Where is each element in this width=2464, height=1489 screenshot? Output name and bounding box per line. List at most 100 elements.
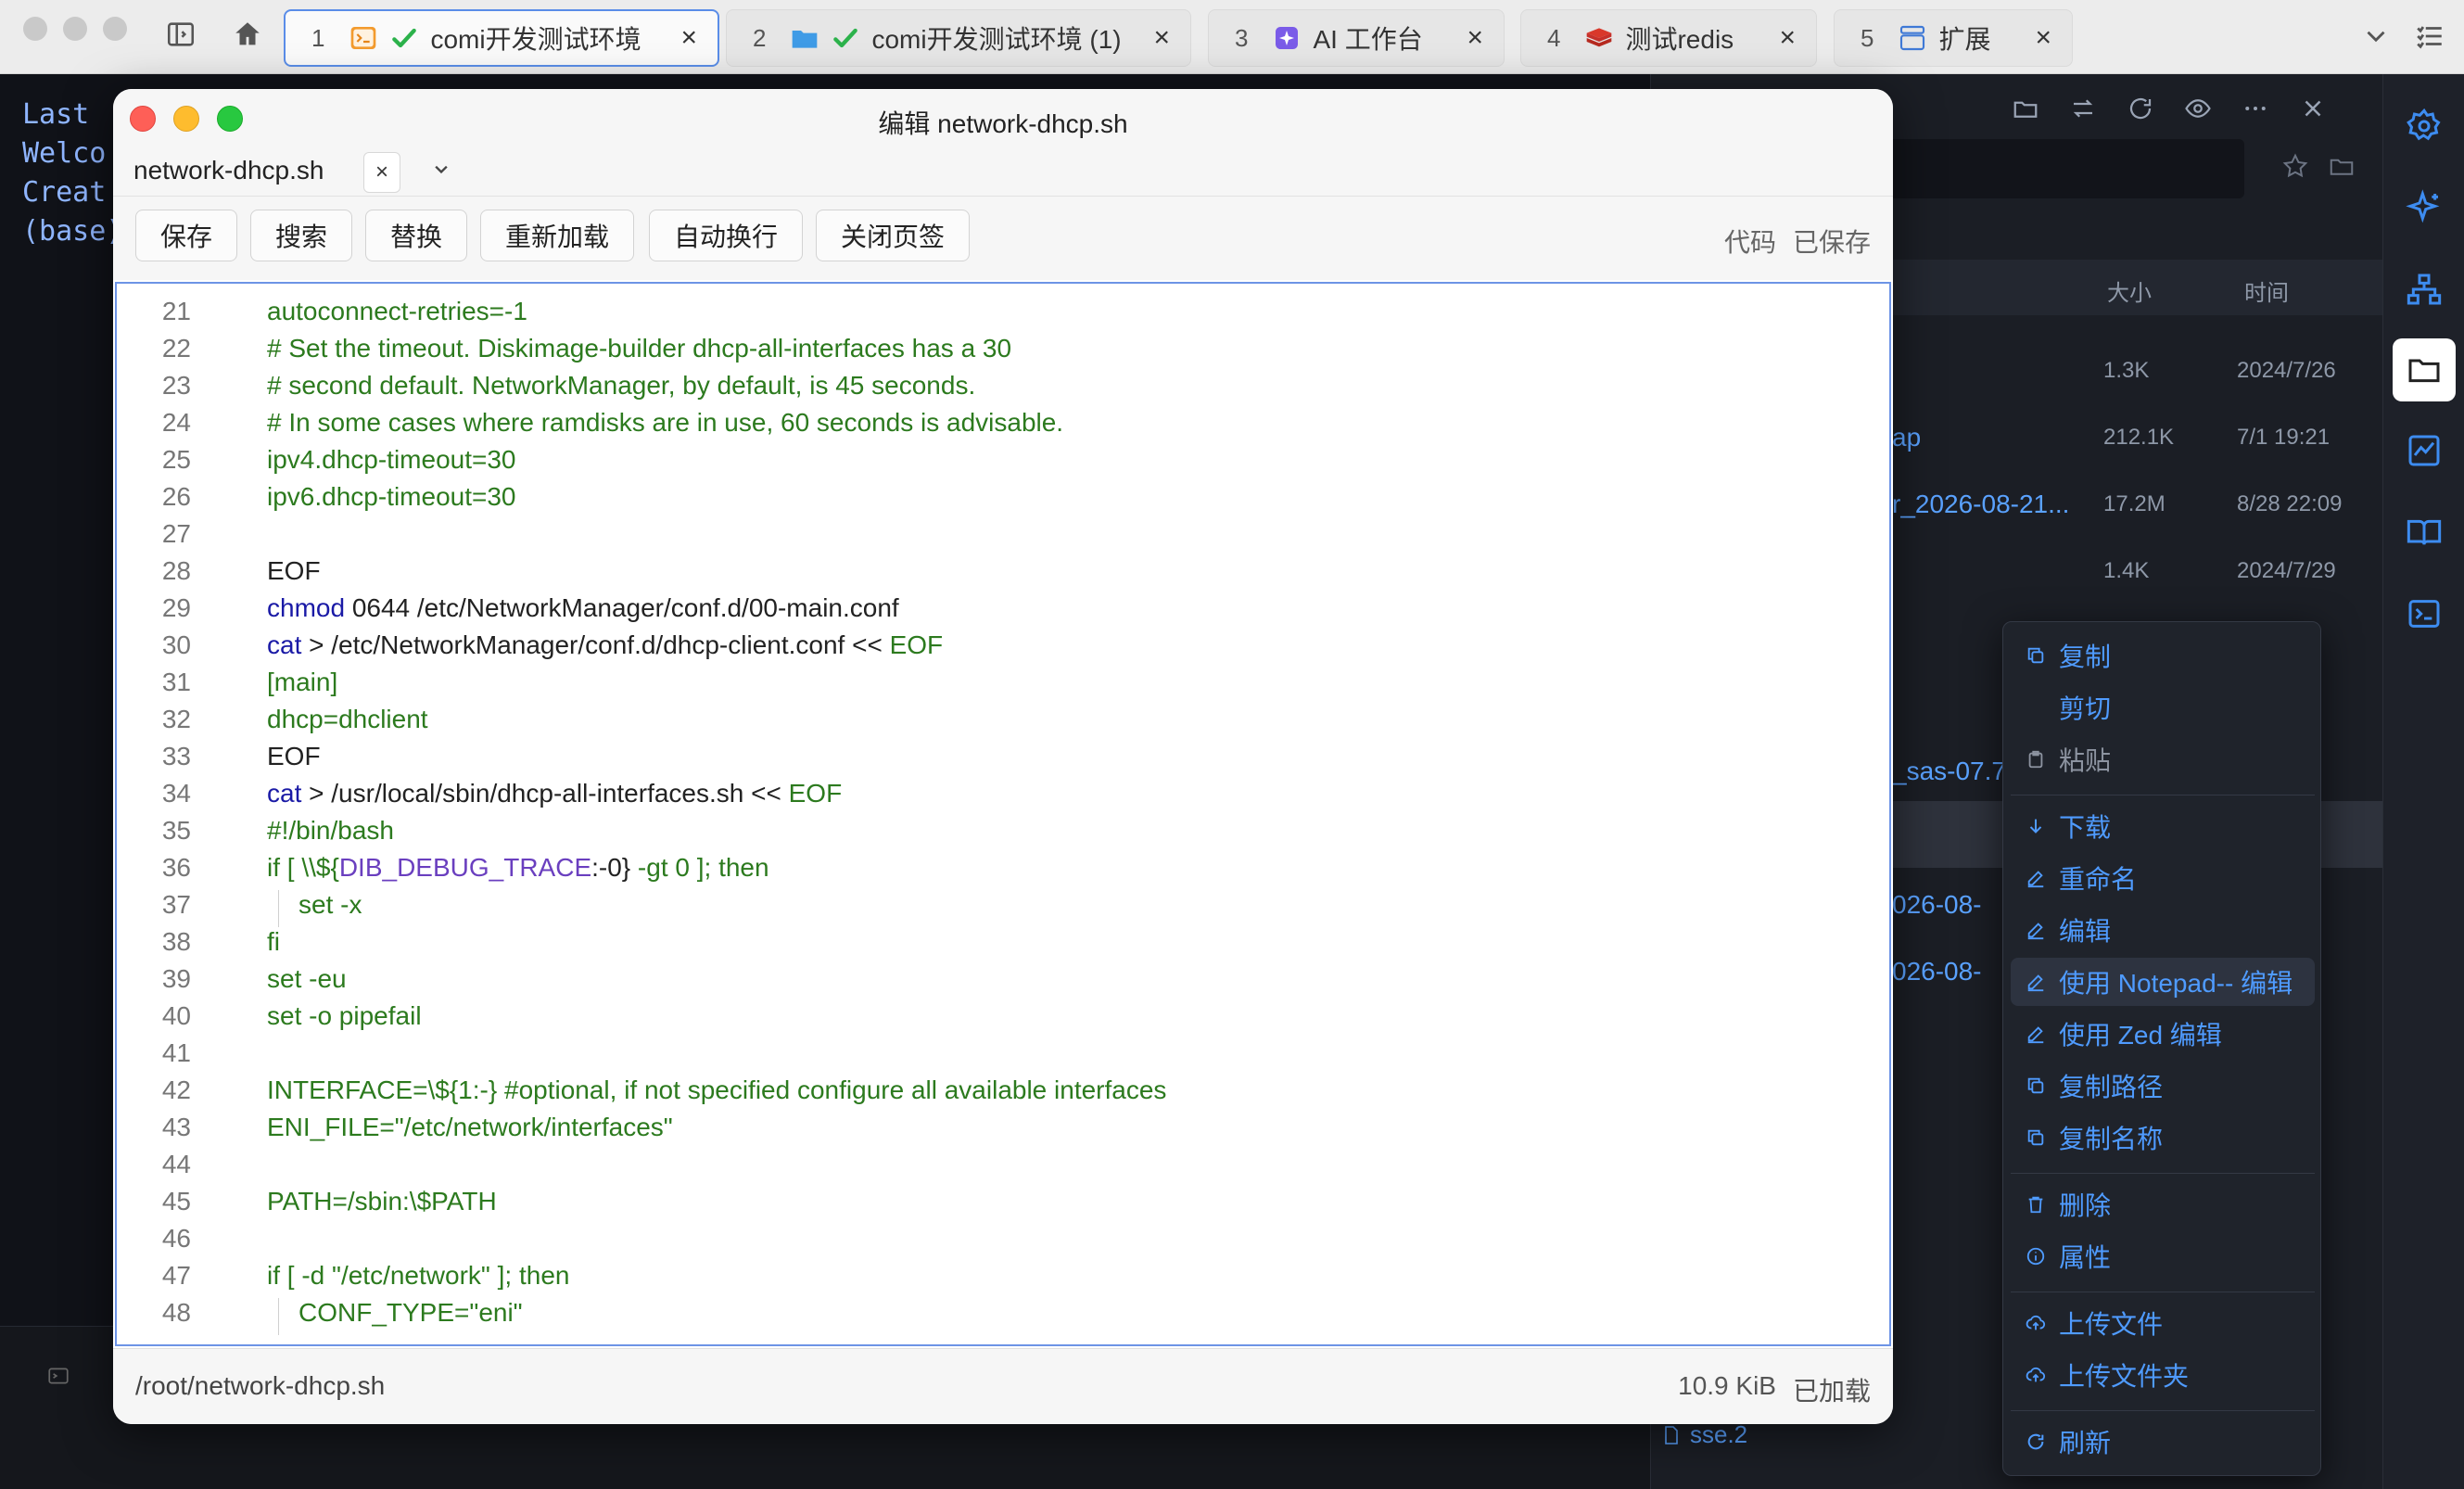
wrap-button[interactable]: 自动换行 <box>649 210 804 261</box>
file-name: _sas-07.7 <box>1892 757 2006 785</box>
line-number: 31 <box>161 668 191 696</box>
tab-3[interactable]: 3 AI 工作台 × <box>1208 9 1505 67</box>
tab-number: 3 <box>1235 23 1249 52</box>
column-time[interactable]: 时间 <box>2244 274 2289 307</box>
more-icon[interactable] <box>2242 95 2269 127</box>
editor-footer-status: 10.9 KiB 已加载 <box>1678 1371 1871 1408</box>
column-size[interactable]: 大小 <box>2107 274 2152 307</box>
editor-status: 代码 已保存 <box>1724 223 1871 260</box>
code-editor[interactable]: 21 autoconnect-retries=-1 22 # Set the time… <box>115 282 1891 1346</box>
close-icon[interactable] <box>2299 95 2327 127</box>
code-line: 48 CONF_TYPE="eni" <box>117 1298 1889 1335</box>
menu-item-label: 复制路径 <box>2059 1073 2164 1101</box>
list-menu-icon[interactable] <box>2414 20 2445 52</box>
chevron-down-icon[interactable] <box>428 156 454 186</box>
pencil-icon <box>2011 972 2048 992</box>
tab-label: comi开发测试环境 (1) <box>871 25 1122 54</box>
console-icon[interactable] <box>2393 582 2456 645</box>
menu-item[interactable]: 剪切 <box>2011 683 2315 732</box>
menu-item[interactable]: 属性 <box>2011 1232 2315 1280</box>
menu-item[interactable]: 使用 Zed 编辑 <box>2011 1010 2315 1058</box>
editor-window: 编辑 network-dhcp.sh network-dhcp.sh × 保存 … <box>113 89 1893 1424</box>
menu-item[interactable]: 上传文件夹 <box>2011 1351 2315 1399</box>
menu-item[interactable]: 复制路径 <box>2011 1062 2315 1110</box>
code-line: 22 # Set the timeout. Diskimage-builder d… <box>117 334 1889 371</box>
tab-4[interactable]: 4 测试redis × <box>1520 9 1817 67</box>
code-line: 24 # In some cases where ramdisks are in … <box>117 408 1889 445</box>
chart-icon[interactable] <box>2393 419 2456 482</box>
line-number: 24 <box>161 408 191 437</box>
menu-item[interactable]: 使用 Notepad-- 编辑 <box>2011 958 2315 1006</box>
tab-5[interactable]: 5 扩展 × <box>1834 9 2073 67</box>
minimize-window-button[interactable] <box>63 17 87 41</box>
editor-tab[interactable]: network-dhcp.sh <box>133 156 324 185</box>
tab-close-icon[interactable]: × <box>1467 24 1483 52</box>
editor-tab-close-button[interactable]: × <box>363 152 400 193</box>
sparkle-icon[interactable] <box>2393 176 2456 239</box>
code-line: 46 <box>117 1224 1889 1261</box>
pencil-icon <box>2011 920 2048 940</box>
menu-item[interactable]: 刷新 <box>2011 1418 2315 1466</box>
tab-close-icon[interactable]: × <box>2035 24 2051 52</box>
line-number: 23 <box>161 371 191 400</box>
line-number: 43 <box>161 1113 191 1141</box>
close-tab-button[interactable]: 关闭页签 <box>816 210 971 261</box>
replace-button[interactable]: 替换 <box>365 210 468 261</box>
home-icon[interactable] <box>232 19 263 50</box>
code-text: CONF_TYPE="eni" <box>298 1298 523 1327</box>
menu-item-label: 复制 <box>2059 643 2112 671</box>
folder-bookmark-icon[interactable] <box>2328 152 2356 185</box>
menu-item[interactable]: 重命名 <box>2011 854 2315 902</box>
menu-item[interactable]: 复制 <box>2011 631 2315 680</box>
maximize-window-button[interactable] <box>103 17 127 41</box>
close-window-button[interactable] <box>23 17 47 41</box>
code-line: 28 EOF <box>117 556 1889 593</box>
menu-item[interactable]: 删除 <box>2011 1180 2315 1228</box>
ai-icon <box>1272 23 1302 53</box>
reload-button[interactable]: 重新加载 <box>480 210 635 261</box>
check-icon <box>831 23 860 53</box>
tab-close-icon[interactable]: × <box>1153 24 1170 52</box>
sitemap-icon[interactable] <box>2393 258 2456 321</box>
menu-item-label: 编辑 <box>2059 917 2112 946</box>
menu-item[interactable]: 编辑 <box>2011 906 2315 954</box>
folder-icon[interactable] <box>2393 338 2456 401</box>
search-button[interactable]: 搜索 <box>250 210 353 261</box>
file-panel-toolbar <box>2012 95 2327 127</box>
line-number: 38 <box>161 927 191 956</box>
tab-label: 扩展 <box>1938 25 1991 54</box>
book-icon[interactable] <box>2393 501 2456 564</box>
menu-item[interactable]: 复制名称 <box>2011 1114 2315 1162</box>
language-mode[interactable]: 代码 <box>1724 223 1776 260</box>
tab-1[interactable]: 1 comi开发测试环境 × <box>284 9 719 67</box>
code-line: 30 cat > /etc/NetworkManager/conf.d/dhcp-… <box>117 630 1889 668</box>
line-number: 42 <box>161 1075 191 1104</box>
menu-item[interactable]: 上传文件 <box>2011 1299 2315 1347</box>
code-line: 36 if [ \\${DIB_DEBUG_TRACE:-0} -gt 0 ]; … <box>117 853 1889 890</box>
menu-item-label: 上传文件夹 <box>2059 1362 2190 1391</box>
tab-2[interactable]: 2 comi开发测试环境 (1) × <box>726 9 1191 67</box>
file-item-sse[interactable]: sse.2 <box>1660 1420 1747 1449</box>
code-text: set -x <box>298 890 362 919</box>
swap-icon[interactable] <box>2069 95 2097 127</box>
star-icon[interactable] <box>2281 152 2309 185</box>
sidebar-toggle-icon[interactable] <box>165 19 197 50</box>
code-line: 21 autoconnect-retries=-1 <box>117 297 1889 334</box>
save-button[interactable]: 保存 <box>135 210 238 261</box>
file-size: 1.4K <box>2103 558 2150 583</box>
eye-icon[interactable] <box>2184 95 2212 127</box>
reload-icon[interactable] <box>2127 95 2154 127</box>
code-text: # Set the timeout. Diskimage-builder dhc… <box>267 334 1012 363</box>
code-line: 41 <box>117 1038 1889 1075</box>
chevron-down-icon[interactable] <box>2360 20 2392 52</box>
tab-close-icon[interactable]: × <box>680 24 697 52</box>
file-name: 026-08- <box>1892 890 1982 919</box>
gear-icon[interactable] <box>2393 95 2456 158</box>
tab-close-icon[interactable]: × <box>1779 24 1796 52</box>
code-line: 33 EOF <box>117 742 1889 779</box>
input-box-icon[interactable] <box>46 1364 70 1394</box>
code-text: ENI_FILE="/etc/network/interfaces" <box>267 1113 673 1141</box>
open-folder-icon[interactable] <box>2012 95 2039 127</box>
line-number: 30 <box>161 630 191 659</box>
menu-item[interactable]: 下载 <box>2011 802 2315 850</box>
